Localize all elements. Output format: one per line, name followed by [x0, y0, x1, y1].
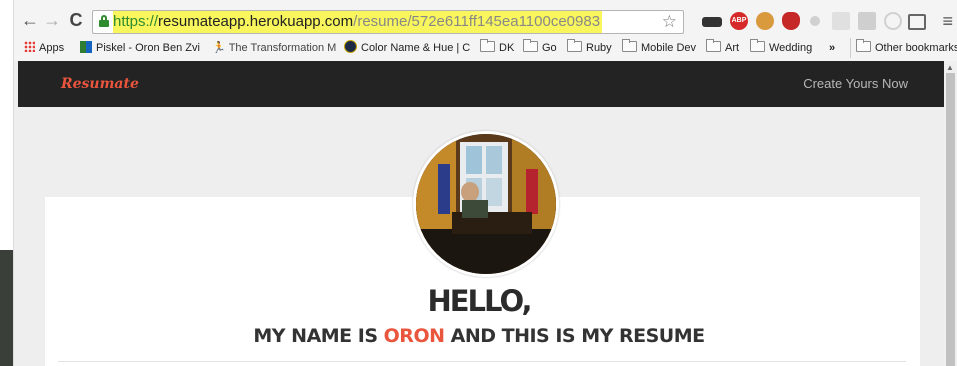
bookmark-label: Piskel - Oron Ben Zvi: [96, 42, 200, 54]
bookmark-label: The Transformation M: [228, 42, 337, 54]
bookmark-folder-wedding[interactable]: Wedding: [750, 38, 812, 58]
bookmark-label: Art: [725, 42, 740, 54]
profile-avatar: [413, 131, 559, 277]
url-scheme: https://: [113, 13, 159, 30]
reload-icon[interactable]: C: [66, 10, 86, 30]
incognito-glasses-icon[interactable]: [702, 17, 722, 27]
figure-icon: 🏃: [212, 42, 226, 54]
folder-icon: [567, 39, 582, 52]
browser-toolbar: ← → C https://resumateapp.herokuapp.com/…: [14, 8, 957, 36]
forward-arrow-icon[interactable]: →: [42, 10, 62, 30]
back-arrow-icon[interactable]: ←: [20, 10, 40, 30]
folder-icon: [622, 39, 637, 52]
hello-heading: HELLO,: [427, 284, 532, 318]
tagline-prefix: MY NAME IS: [253, 325, 384, 347]
bookmark-label: Color Name & Hue | C: [361, 42, 471, 54]
color-ball-icon: [344, 40, 357, 53]
bookmark-label: DK: [499, 42, 515, 54]
left-window-edge: [0, 0, 14, 366]
brand-logo[interactable]: Resumate: [61, 61, 139, 107]
web-page: Resumate Create Yours Now HELLO, MY NAME…: [14, 61, 944, 366]
lastpass-icon[interactable]: [782, 12, 800, 30]
bookmark-folder-art[interactable]: Art: [706, 38, 739, 58]
tagline-suffix: AND THIS IS MY RESUME: [444, 325, 705, 347]
scroll-up-icon[interactable]: ▲: [946, 63, 954, 72]
lock-icon: [99, 15, 109, 27]
apps-grid-icon: [24, 41, 35, 52]
scrollbar-thumb[interactable]: [946, 73, 955, 366]
bookmark-apps[interactable]: Apps: [24, 38, 64, 58]
puzzle-icon[interactable]: [832, 12, 850, 30]
bookmark-label: Wedding: [769, 42, 813, 54]
tagline: MY NAME IS ORON AND THIS IS MY RESUME: [14, 325, 944, 347]
profile-photo-icon: [416, 134, 556, 274]
bookmark-piskel[interactable]: Piskel - Oron Ben Zvi: [80, 38, 200, 58]
cookie-icon[interactable]: [756, 12, 774, 30]
site-navbar: Resumate Create Yours Now: [18, 61, 944, 107]
url-host: resumateapp.herokuapp.com: [158, 13, 354, 30]
section-divider: [58, 361, 906, 362]
create-yours-now-link[interactable]: Create Yours Now: [803, 61, 908, 107]
bookmarks-overflow-chevron[interactable]: »: [829, 38, 835, 58]
refresh-icon[interactable]: [884, 12, 902, 30]
folder-icon: [706, 39, 721, 52]
folder-icon: [856, 39, 871, 52]
bookmark-folder-mobile-dev[interactable]: Mobile Dev: [622, 38, 696, 58]
url-path: /resume/572e611ff145ea1100ce0983: [353, 13, 601, 30]
bookmark-label: Mobile Dev: [641, 42, 697, 54]
bookmark-star-icon[interactable]: ☆: [662, 11, 677, 33]
folder-icon: [480, 39, 495, 52]
background-window-fragment: [0, 250, 13, 366]
bookmark-color-name[interactable]: Color Name & Hue | C: [344, 38, 470, 58]
folder-icon: [750, 39, 765, 52]
bookmark-label: Ruby: [586, 42, 612, 54]
piskel-icon: [80, 41, 92, 53]
bookmarks-bar: Apps Piskel - Oron Ben Zvi 🏃 The Transfor…: [14, 38, 957, 58]
bookmark-folder-dk[interactable]: DK: [480, 38, 514, 58]
dot-icon[interactable]: [810, 16, 820, 26]
other-bookmarks[interactable]: Other bookmarks: [850, 38, 957, 58]
menu-icon[interactable]: ≡: [942, 8, 953, 34]
adblock-icon[interactable]: ABP: [730, 12, 748, 30]
cast-icon[interactable]: [908, 14, 926, 30]
bookmark-label: Go: [542, 42, 557, 54]
other-bookmarks-label: Other bookmarks: [875, 42, 957, 54]
address-bar[interactable]: https://resumateapp.herokuapp.com/resume…: [92, 10, 684, 34]
folder-icon: [523, 39, 538, 52]
url-text[interactable]: https://resumateapp.herokuapp.com/resume…: [113, 11, 603, 33]
browser-chrome: ← → C https://resumateapp.herokuapp.com/…: [14, 0, 957, 62]
bookmark-transformation[interactable]: 🏃 The Transformation M: [212, 38, 336, 58]
bookmark-folder-ruby[interactable]: Ruby: [567, 38, 612, 58]
bookmark-folder-go[interactable]: Go: [523, 38, 557, 58]
dropbox-icon[interactable]: [858, 12, 876, 30]
bookmark-label: Apps: [39, 42, 65, 54]
page-scrollbar[interactable]: ▲: [944, 61, 957, 366]
tagline-name: ORON: [383, 325, 445, 347]
